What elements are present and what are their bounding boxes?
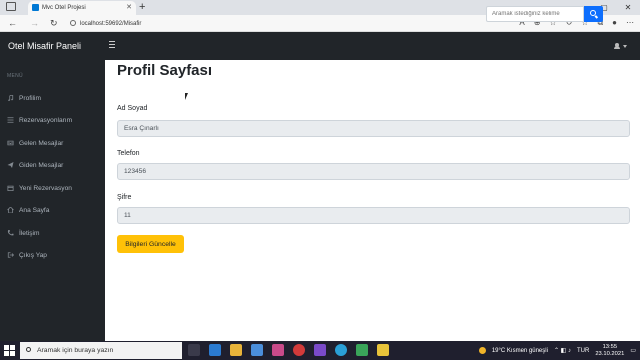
opera-icon[interactable] <box>293 344 305 356</box>
clock[interactable]: 13:55 23.10.2021 <box>595 344 624 358</box>
app-icon[interactable] <box>272 344 284 356</box>
page-title: Profil Sayfası <box>117 62 213 79</box>
list-icon <box>7 117 14 123</box>
password-value: 11 <box>124 212 131 219</box>
sidebar-item-ana-sayfa[interactable]: Ana Sayfa <box>0 203 105 217</box>
fullname-label: Ad Soyad <box>117 105 148 112</box>
fullname-value: Esra Çınarlı <box>124 125 159 132</box>
password-label: Şifre <box>117 194 132 201</box>
system-tray: 19°C Kısmen güneşli ⌃ ◧ ♪ TUR 13:55 23.1… <box>478 343 636 358</box>
mouse-cursor-icon <box>185 93 188 100</box>
sidebar-item-giden-mesajlar[interactable]: Giden Mesajlar <box>0 158 105 172</box>
forward-icon[interactable]: → <box>30 18 39 28</box>
inbox-icon <box>7 140 14 146</box>
send-icon <box>7 162 14 168</box>
taskbar-search-placeholder: Aramak için buraya yazın <box>37 347 114 354</box>
sidebar-item-gelen-mesajlar[interactable]: Gelen Mesajlar <box>0 136 105 150</box>
store-icon[interactable] <box>251 344 263 356</box>
brand-title[interactable]: Otel Misafir Paneli <box>8 41 81 51</box>
close-window-icon[interactable]: ✕ <box>616 0 640 15</box>
task-view-icon[interactable] <box>188 344 200 356</box>
tray-icons[interactable]: ⌃ ◧ ♪ <box>554 347 571 354</box>
tab-actions-icon[interactable] <box>6 2 16 11</box>
app-icon[interactable] <box>209 344 221 356</box>
sidebar-item-label: Gelen Mesajlar <box>19 139 64 147</box>
taskbar-apps <box>188 344 389 356</box>
top-navbar: Otel Misafir Paneli <box>0 32 640 60</box>
file-explorer-icon[interactable] <box>230 344 242 356</box>
sidebar-item-label: Çıkış Yap <box>19 251 47 259</box>
site-info-icon[interactable] <box>70 20 76 26</box>
sidebar-item-label: Yeni Rezervasyon <box>19 184 72 192</box>
notifications-icon[interactable]: ▭ <box>630 347 636 354</box>
music-icon <box>8 95 14 101</box>
sidebar-item-label: Giden Mesajlar <box>19 161 64 169</box>
screen: Mvc Otel Projesi ✕ + – ▢ ✕ ← → ↻ localho… <box>0 0 640 360</box>
new-tab-button[interactable]: + <box>139 1 145 13</box>
profile-icon[interactable]: ● <box>612 18 617 28</box>
user-menu-icon[interactable] <box>614 43 627 49</box>
phone-value: 123456 <box>124 168 147 175</box>
phone-label: Telefon <box>117 150 140 157</box>
taskbar: Aramak için buraya yazın 19°C Kısmen gün… <box>0 341 640 360</box>
refresh-icon[interactable]: ↻ <box>50 18 58 29</box>
logout-icon <box>7 252 14 258</box>
sidebar-item-profilim[interactable]: Profilim <box>0 91 105 105</box>
clock-date: 23.10.2021 <box>595 350 625 357</box>
search-input[interactable] <box>486 6 584 22</box>
fullname-field[interactable]: Esra Çınarlı <box>117 120 630 137</box>
sidebar-toggle-icon[interactable] <box>109 41 115 48</box>
update-info-button[interactable]: Bilgileri Güncelle <box>117 235 184 253</box>
sidebar-heading: MENÜ <box>7 73 23 79</box>
back-icon[interactable]: ← <box>8 18 17 28</box>
search-button[interactable] <box>584 6 603 22</box>
chevron-down-icon <box>623 44 627 48</box>
app-icon[interactable] <box>377 344 389 356</box>
visual-studio-icon[interactable] <box>314 344 326 356</box>
sidebar-item-label: Profilim <box>19 94 41 102</box>
browser-tab[interactable]: Mvc Otel Projesi ✕ <box>28 1 136 15</box>
password-field[interactable]: 11 <box>117 207 630 224</box>
taskbar-search[interactable]: Aramak için buraya yazın <box>20 342 182 359</box>
app-icon[interactable] <box>356 344 368 356</box>
home-icon <box>7 207 14 213</box>
url-field[interactable]: localhost:59692/Misafir <box>68 17 518 30</box>
more-icon[interactable]: ⋯ <box>626 18 634 28</box>
url-text: localhost:59692/Misafir <box>80 20 142 27</box>
tab-title: Mvc Otel Projesi <box>42 5 86 11</box>
sidebar-item-label: Rezervasyonlarım <box>19 116 73 124</box>
sidebar-item-label: İletişim <box>19 229 40 237</box>
sidebar-item-rezervasyonlarim[interactable]: Rezervasyonlarım <box>0 113 105 127</box>
phone-field[interactable]: 123456 <box>117 163 630 180</box>
sidebar-item-iletisim[interactable]: İletişim <box>0 226 105 240</box>
sidebar-item-label: Ana Sayfa <box>19 206 50 214</box>
weather-text[interactable]: 19°C Kısmen güneşli <box>492 348 548 354</box>
phone-icon <box>7 230 14 236</box>
main-content <box>105 60 640 341</box>
sidebar-item-cikis-yap[interactable]: Çıkış Yap <box>0 248 105 262</box>
close-tab-icon[interactable]: ✕ <box>126 3 132 11</box>
clock-time: 13:55 <box>602 343 618 350</box>
favicon-icon <box>32 4 39 11</box>
sidebar-item-yeni-rezervasyon[interactable]: Yeni Rezervasyon <box>0 181 105 195</box>
calendar-icon <box>7 185 14 191</box>
windows-start-icon[interactable] <box>4 345 15 356</box>
edge-icon[interactable] <box>335 344 347 356</box>
language-indicator[interactable]: TUR <box>577 348 589 354</box>
search-icon <box>26 347 31 352</box>
weather-icon <box>478 347 486 354</box>
